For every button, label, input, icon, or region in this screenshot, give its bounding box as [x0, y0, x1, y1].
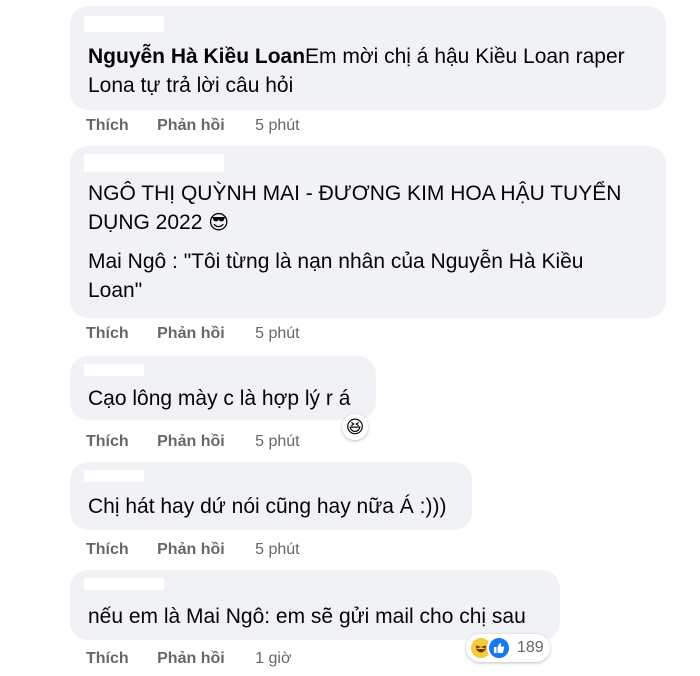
comment-text-line4: Loan" [88, 279, 143, 302]
like-button[interactable]: Thích [86, 325, 129, 342]
comment-timestamp[interactable]: 5 phút [255, 325, 299, 342]
comment-text-line2: Lona tự trả lời câu hỏi [88, 74, 294, 97]
comment-text: nếu em là Mai Ngô: em sẽ gửi mail cho ch… [88, 605, 526, 628]
like-reaction-icon [487, 636, 511, 660]
comment-actions: Thích Phản hồi 5 phút [86, 325, 300, 343]
comment-actions: Thích Phản hồi 5 phút [86, 117, 300, 135]
comment-timestamp[interactable]: 1 giờ [255, 650, 291, 667]
redacted-name-area [84, 364, 144, 376]
comment-timestamp[interactable]: 5 phút [255, 117, 299, 134]
reply-button[interactable]: Phản hồi [157, 117, 225, 134]
redacted-avatar-area [84, 16, 164, 32]
comment-bubble: Nguyễn Hà Kiều LoanEm mời chị á hậu Kiều… [70, 6, 666, 110]
like-button[interactable]: Thích [86, 541, 129, 558]
comment-text: Cạo lông mày c là hợp lý r á [88, 387, 351, 410]
comment-actions: Thích Phản hồi 5 phút [86, 541, 300, 559]
laughing-emoji-icon: 😆 [345, 416, 365, 438]
reply-button[interactable]: Phản hồi [157, 541, 225, 558]
reply-button[interactable]: Phản hồi [157, 325, 225, 342]
thumbs-up-icon [494, 643, 505, 653]
reaction-count: 189 [517, 639, 544, 656]
comment-actions: Thích Phản hồi 5 phút [86, 433, 300, 451]
comment-text: Nguyễn Hà Kiều LoanEm mời chị á hậu Kiều… [88, 42, 648, 71]
comment-text-line1: Em mời chị á hậu Kiều Loan raper [305, 45, 625, 68]
sunglasses-emoji-icon: 😎 [208, 210, 230, 234]
redacted-name-area [84, 578, 164, 590]
comment-text: Chị hát hay dứ nói cũng hay nữa Á :))) [88, 495, 447, 518]
comment-text-line1: NGÔ THỊ QUỲNH MAI - ĐƯƠNG KIM HOA HẬU TU… [88, 182, 622, 205]
comment-bubble: Cạo lông mày c là hợp lý r á [70, 356, 376, 420]
comment-text-line3: Mai Ngô : "Tôi từng là nạn nhân của Nguy… [88, 250, 584, 273]
comment-bubble: NGÔ THỊ QUỲNH MAI - ĐƯƠNG KIM HOA HẬU TU… [70, 146, 666, 318]
reaction-icon[interactable]: 😆 [342, 414, 368, 440]
redacted-name-area [84, 470, 144, 482]
comment-text-line2: DỤNG 2022 😎 [88, 210, 230, 234]
comment-author[interactable]: Nguyễn Hà Kiều Loan [88, 45, 305, 68]
like-button[interactable]: Thích [86, 117, 129, 134]
like-button[interactable]: Thích [86, 650, 129, 667]
reply-button[interactable]: Phản hồi [157, 650, 225, 667]
redacted-name-area [84, 154, 224, 172]
comment-actions: Thích Phản hồi 1 giờ [86, 650, 291, 668]
comment-timestamp[interactable]: 5 phút [255, 433, 299, 450]
comment-bubble: nếu em là Mai Ngô: em sẽ gửi mail cho ch… [70, 570, 560, 640]
reply-button[interactable]: Phản hồi [157, 433, 225, 450]
comment-bubble: Chị hát hay dứ nói cũng hay nữa Á :))) [70, 462, 472, 530]
like-button[interactable]: Thích [86, 433, 129, 450]
reaction-summary[interactable]: 189 [466, 634, 550, 662]
comment-timestamp[interactable]: 5 phút [255, 541, 299, 558]
